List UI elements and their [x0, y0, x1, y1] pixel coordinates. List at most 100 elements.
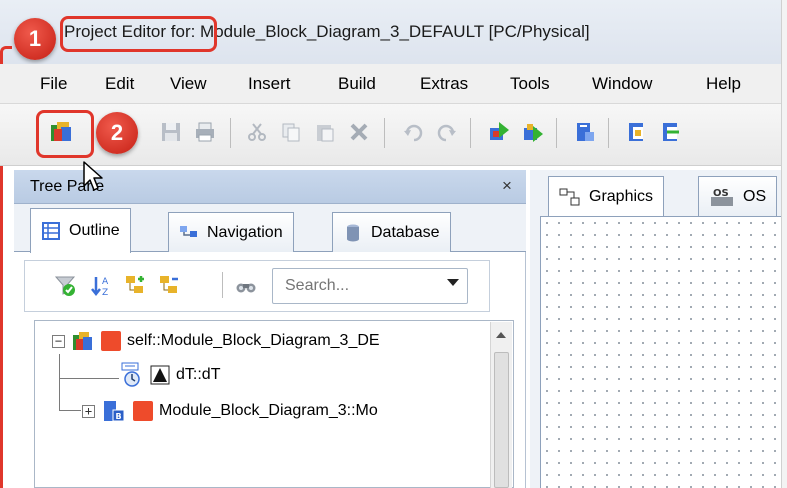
tree-scrollbar[interactable]	[490, 322, 512, 488]
module-icon: B	[104, 401, 125, 422]
tab-os[interactable]: OS OS	[698, 176, 778, 216]
new-button-highlight-box	[36, 110, 94, 158]
menu-file[interactable]: File	[40, 74, 67, 94]
menu-edit[interactable]: Edit	[105, 74, 134, 94]
copy-button[interactable]	[276, 117, 306, 147]
block-diagram-icon	[101, 331, 121, 351]
scrollbar-thumb[interactable]	[494, 352, 509, 488]
tab-outline-label: Outline	[69, 222, 120, 239]
paste-button[interactable]	[310, 117, 340, 147]
copy-icon	[282, 123, 300, 142]
block-diagram-icon	[133, 401, 153, 421]
tree-pane-close-button[interactable]: ×	[502, 176, 512, 196]
save-button[interactable]	[156, 117, 186, 147]
project-editor-window: Project Editor for: Module_Block_Diagram…	[0, 0, 787, 488]
print-button[interactable]	[190, 117, 220, 147]
title-rest: for: Module_Block_Diagram_3_DEFAULT [PC/…	[166, 22, 590, 41]
tab-database-label: Database	[371, 223, 440, 241]
tree-item-dt[interactable]: dT::dT	[120, 360, 220, 390]
delete-button[interactable]	[344, 117, 374, 147]
print-icon	[196, 122, 214, 142]
cut-button[interactable]	[242, 117, 272, 147]
tree-item-module[interactable]: + B Module_Block_Diagram_3::Mo	[82, 396, 378, 426]
filter-icon	[54, 276, 76, 296]
tab-navigation[interactable]: Navigation	[168, 212, 294, 252]
os-icon: OS	[711, 188, 733, 206]
tab-graphics-label: Graphics	[589, 187, 654, 205]
add-module-button[interactable]	[570, 117, 600, 147]
tree-item-label: Module_Block_Diagram_3::Mo	[159, 402, 378, 419]
chevron-down-icon[interactable]	[447, 279, 459, 286]
search-box[interactable]	[272, 268, 468, 304]
filter-button[interactable]	[54, 274, 76, 296]
toolbar-separator	[556, 118, 557, 148]
toolbar-separator	[384, 118, 385, 148]
open-file-icon	[629, 123, 643, 141]
tree-connector-line	[59, 410, 81, 411]
tab-graphics[interactable]: Graphics	[548, 176, 665, 216]
sort-az-icon: AZ	[91, 277, 109, 298]
file-action-icon	[663, 123, 679, 141]
build-down-button[interactable]	[518, 117, 548, 147]
menu-build[interactable]: Build	[338, 74, 376, 94]
tree-collapse-toggle[interactable]: −	[52, 334, 65, 348]
tree-item-label: dT::dT	[176, 366, 221, 383]
step-badge-2: 2	[96, 112, 138, 154]
toolbar-separator	[470, 118, 471, 148]
navigation-icon	[180, 225, 197, 237]
mouse-cursor-icon	[83, 161, 103, 191]
tab-os-label: OS	[743, 187, 767, 205]
undo-button[interactable]	[398, 117, 428, 147]
tree-connector-line	[59, 378, 119, 379]
outline-icon	[42, 222, 60, 240]
svg-text:Z: Z	[102, 288, 108, 298]
delete-icon	[350, 123, 368, 141]
expand-all-button[interactable]	[124, 274, 146, 296]
scroll-up-arrow-icon[interactable]	[496, 332, 506, 338]
step-badge-1: 1	[14, 18, 56, 60]
variable-icon	[150, 365, 170, 385]
outline-toolbar-separator	[222, 272, 223, 298]
undo-icon	[404, 124, 423, 142]
tree-connector-line	[59, 354, 60, 410]
file-action-button[interactable]	[656, 117, 686, 147]
tab-database[interactable]: Database	[332, 212, 451, 252]
timer-icon	[121, 362, 140, 387]
tree-expand-toggle[interactable]: +	[82, 404, 95, 418]
svg-text:A: A	[102, 277, 109, 287]
tab-navigation-label: Navigation	[207, 223, 283, 241]
menu-view[interactable]: View	[170, 74, 207, 94]
collapse-all-icon	[160, 276, 178, 293]
paste-icon	[317, 125, 334, 142]
toolbar-separator	[608, 118, 609, 148]
graphics-icon	[559, 188, 580, 205]
toolbar-separator	[230, 118, 231, 148]
view-button[interactable]	[234, 274, 256, 296]
graphics-canvas[interactable]	[540, 216, 781, 488]
build-down-icon	[524, 124, 543, 142]
menu-extras[interactable]: Extras	[420, 74, 468, 94]
binoculars-icon	[236, 283, 256, 293]
menu-help[interactable]: Help	[706, 74, 741, 94]
menu-insert[interactable]: Insert	[248, 74, 291, 94]
redo-button[interactable]	[432, 117, 462, 147]
redo-icon	[437, 124, 456, 142]
menu-tools[interactable]: Tools	[510, 74, 550, 94]
sort-az-button[interactable]: AZ	[90, 274, 112, 298]
add-module-icon	[577, 123, 594, 141]
tree-item-label: self::Module_Block_Diagram_3_DE	[127, 332, 380, 349]
cut-icon	[248, 123, 266, 141]
menu-window[interactable]: Window	[592, 74, 652, 94]
window-right-border	[781, 0, 787, 488]
expand-all-icon	[126, 276, 144, 293]
tree-item-self[interactable]: − self::Module_Block_Diagram_3_DE	[52, 326, 380, 356]
collapse-all-button[interactable]	[158, 274, 180, 296]
project-icon	[73, 332, 92, 350]
tab-outline[interactable]: Outline	[30, 208, 131, 253]
search-input[interactable]	[285, 275, 435, 297]
title-highlight-box	[60, 16, 217, 52]
open-file-button[interactable]	[622, 117, 652, 147]
menu-bar: File Edit View Insert Build Extras Tools…	[0, 64, 781, 104]
svg-text:OS: OS	[713, 188, 729, 199]
build-up-button[interactable]	[484, 117, 514, 147]
